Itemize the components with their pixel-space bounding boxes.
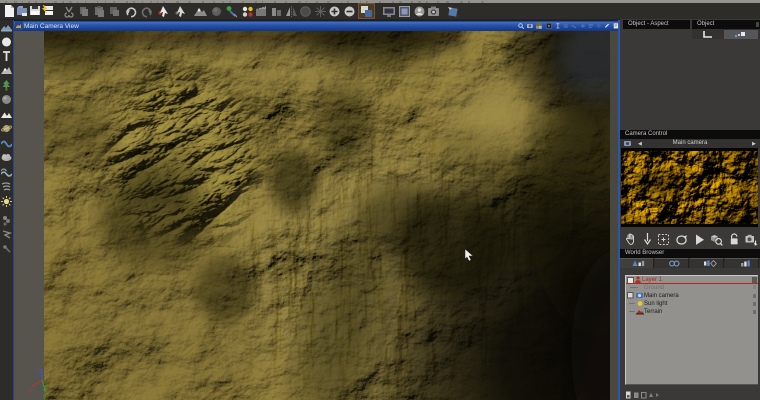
svg-text:z: z <box>37 368 40 375</box>
svg-text:x: x <box>29 387 33 394</box>
svg-text:y: y <box>43 394 47 400</box>
